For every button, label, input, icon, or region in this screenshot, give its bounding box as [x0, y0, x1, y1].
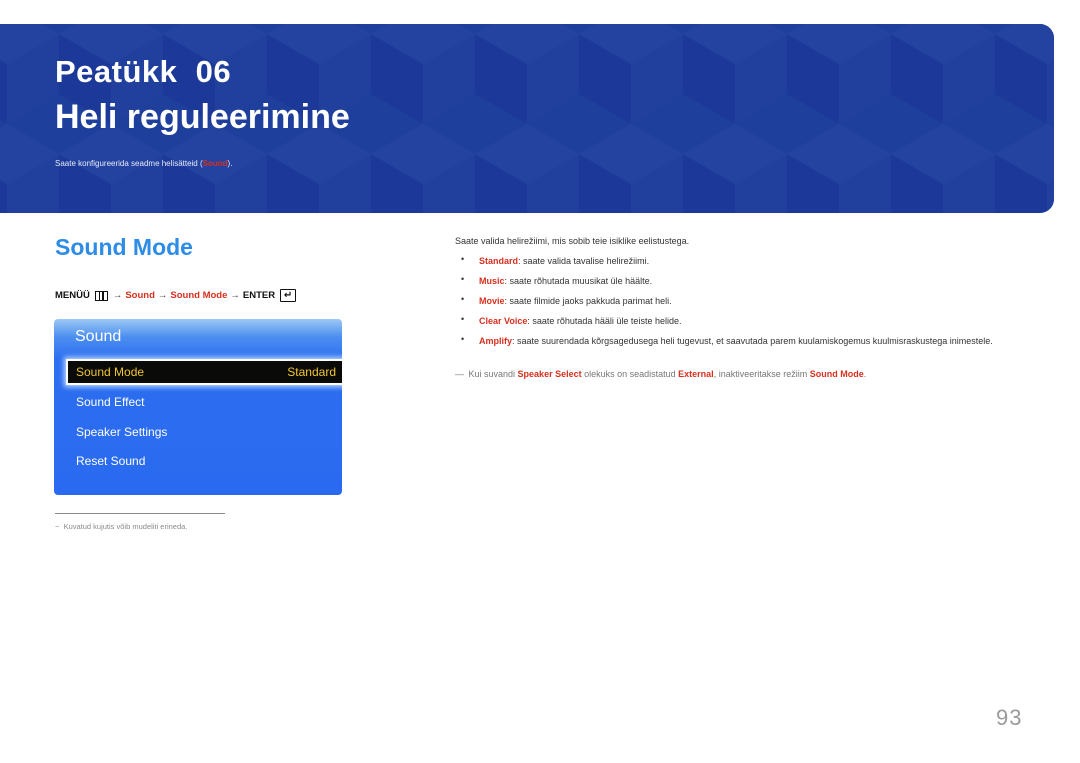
path-step-sound-mode: Sound Mode	[170, 290, 228, 301]
footnote: − Kuvatud kujutis võib mudeliti erineda.	[55, 522, 187, 531]
osd-item-label: Sound Mode	[76, 365, 145, 379]
note-text: Kui suvandi	[468, 369, 518, 379]
option-term: Amplify	[479, 336, 513, 346]
note-text: , inaktiveeritakse režiim	[713, 369, 810, 379]
chapter-title: Heli reguleerimine	[55, 98, 350, 136]
list-item: • Clear Voice: saate rõhutada hääli üle …	[461, 314, 1009, 328]
option-desc: : saate rõhutada muusikat üle häälte.	[504, 276, 653, 286]
bullet-icon: •	[461, 334, 465, 344]
list-item: • Music: saate rõhutada muusikat üle hää…	[461, 274, 1009, 288]
list-item: • Movie: saate filmide jaoks pakkuda par…	[461, 294, 1009, 308]
osd-item-speaker-settings[interactable]: Speaker Settings	[76, 425, 167, 439]
description-text: Saate konfigureerida seadme helisätteid …	[55, 159, 203, 168]
bullet-icon: •	[461, 254, 465, 264]
list-item: • Amplify: saate suurendada kõrgsageduse…	[461, 334, 1009, 348]
menu-path: MENÜÜ → Sound → Sound Mode → ENTER ↵	[55, 289, 297, 302]
intro-text: Saate valida helirežiimi, mis sobib teie…	[455, 236, 690, 246]
enter-label: ENTER	[242, 290, 276, 301]
option-term: Standard	[479, 256, 519, 266]
bullet-icon: •	[461, 314, 465, 324]
footnote-dash: −	[55, 522, 60, 531]
footnote-text: Kuvatud kujutis võib mudeliti erineda.	[63, 522, 188, 531]
section-title: Sound Mode	[55, 234, 193, 260]
arrow-icon: →	[112, 290, 123, 301]
osd-item-reset-sound[interactable]: Reset Sound	[76, 454, 145, 468]
path-step-sound: Sound	[125, 290, 155, 301]
osd-sound-menu: Sound Sound Mode Standard Sound Effect S…	[54, 319, 342, 495]
chapter-banner: Peatükk 06 Heli reguleerimine Saate konf…	[0, 24, 1054, 213]
option-desc: : saate valida tavalise helirežiimi.	[518, 256, 650, 266]
option-term: Movie	[479, 296, 505, 306]
option-term: Clear Voice	[479, 316, 528, 326]
osd-item-sound-effect[interactable]: Sound Effect	[76, 395, 145, 409]
bullet-icon: •	[461, 274, 465, 284]
chapter-label: Peatükk 06	[55, 54, 232, 89]
menu-label: MENÜÜ	[55, 290, 90, 301]
option-desc: : saate rõhutada hääli üle teiste helide…	[527, 316, 682, 326]
description-suffix: ).	[227, 159, 233, 168]
page-number: 93	[996, 705, 1023, 730]
arrow-icon: →	[230, 290, 240, 301]
osd-item-value: Standard	[287, 365, 336, 379]
arrow-icon: →	[157, 290, 168, 301]
note: — Kui suvandi Speaker Select olekuks on …	[455, 369, 866, 379]
osd-item-sound-mode[interactable]: Sound Mode Standard	[66, 359, 342, 385]
option-desc: : saate suurendada kõrgsagedusega heli t…	[512, 336, 993, 346]
osd-menu-title: Sound	[75, 328, 122, 345]
note-text: .	[863, 369, 867, 379]
note-term-speaker-select: Speaker Select	[517, 369, 582, 379]
note-term-external: External	[678, 369, 714, 379]
menu-icon	[94, 290, 108, 301]
bullet-icon: •	[461, 294, 465, 304]
description-highlight: Sound	[202, 159, 228, 168]
enter-icon: ↵	[280, 289, 297, 302]
note-dash: —	[455, 369, 464, 379]
option-term: Music	[479, 276, 505, 286]
list-item: • Standard: saate valida tavalise helire…	[461, 254, 1009, 268]
note-term-sound-mode: Sound Mode	[809, 369, 864, 379]
footnote-divider	[55, 513, 225, 514]
note-text: olekuks on seadistatud	[581, 369, 679, 379]
option-desc: : saate filmide jaoks pakkuda parimat he…	[504, 296, 672, 306]
chapter-description: Saate konfigureerida seadme helisätteid …	[55, 159, 232, 168]
